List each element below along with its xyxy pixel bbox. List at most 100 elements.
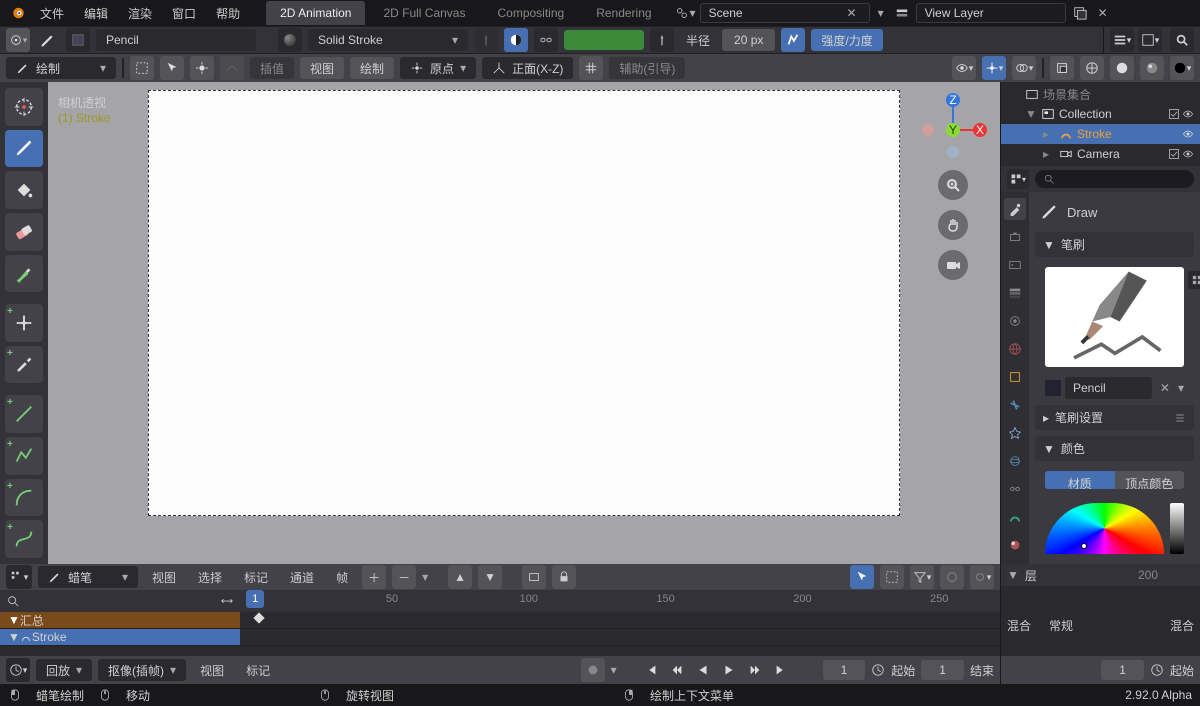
- clock-icon[interactable]: [1150, 663, 1164, 677]
- swap-icon[interactable]: [220, 594, 234, 608]
- scene-delete-icon[interactable]: ✕: [843, 6, 861, 20]
- tl-menu-view[interactable]: 视图: [144, 565, 184, 590]
- unlink-icon[interactable]: [534, 28, 558, 52]
- brush-unlink-icon[interactable]: ✕: [1156, 381, 1174, 395]
- strength-button[interactable]: 强度/力度: [811, 29, 882, 51]
- scene-browse-icon[interactable]: ▾: [676, 3, 696, 23]
- tl-menu-select[interactable]: 选择: [190, 565, 230, 590]
- tl-up-icon[interactable]: ▲: [448, 565, 472, 589]
- checkbox-icon[interactable]: [1168, 108, 1180, 120]
- color-swatch[interactable]: [564, 30, 644, 50]
- search-icon[interactable]: [1170, 28, 1194, 52]
- xray-icon[interactable]: [1050, 56, 1074, 80]
- chevron-down-icon[interactable]: ▾: [1178, 381, 1184, 395]
- color-tab-vertex[interactable]: 顶点颜色: [1115, 471, 1185, 489]
- r-frame-field[interactable]: 1: [1101, 660, 1144, 680]
- dopesheet-mode-dropdown[interactable]: 蜡笔 ▾: [38, 566, 138, 588]
- blender-logo-icon[interactable]: [6, 2, 28, 24]
- cursor-tool-icon[interactable]: [160, 56, 184, 80]
- eye-icon[interactable]: [1182, 108, 1194, 120]
- ptab-constraints[interactable]: [1004, 478, 1026, 500]
- workspace-tab-2d-animation[interactable]: 2D Animation: [266, 1, 365, 25]
- viewlayer-new-icon[interactable]: [1070, 3, 1090, 23]
- current-frame-marker[interactable]: 1: [246, 590, 264, 608]
- tl-select-tool-icon[interactable]: [850, 565, 874, 589]
- tool-line[interactable]: +: [5, 395, 43, 433]
- brush-browse-icon[interactable]: [66, 28, 90, 52]
- properties-search[interactable]: [1035, 170, 1194, 188]
- menu-edit[interactable]: 编辑: [76, 1, 116, 26]
- radius-pressure-icon[interactable]: [781, 28, 805, 52]
- tl-menu-marker[interactable]: 标记: [236, 565, 276, 590]
- color-wheel[interactable]: [1045, 503, 1184, 554]
- prev-key-icon[interactable]: [667, 660, 687, 680]
- outliner-item-stroke[interactable]: ▸ Stroke: [1001, 124, 1200, 144]
- brush-name-field[interactable]: Pencil: [1065, 377, 1152, 399]
- orientation-dropdown[interactable]: 正面(X-Z): [482, 57, 573, 79]
- menu-render[interactable]: 渲染: [120, 1, 160, 26]
- ptab-world[interactable]: [1004, 338, 1026, 360]
- tl-filter-icon[interactable]: ▾: [910, 565, 934, 589]
- shading-rendered-icon[interactable]: ▾: [1170, 56, 1194, 80]
- workspace-tab-compositing[interactable]: Compositing: [483, 1, 578, 25]
- search-icon[interactable]: [6, 594, 20, 608]
- tl-ghost-icon[interactable]: [522, 565, 546, 589]
- menu-file[interactable]: 文件: [32, 1, 72, 26]
- material-pin-icon[interactable]: [474, 28, 498, 52]
- value-slider[interactable]: [1170, 503, 1184, 554]
- sync-popover[interactable]: 抠像(插帧)▾: [98, 659, 186, 681]
- outliner-collection[interactable]: ▼ Collection: [1001, 104, 1200, 124]
- brush-preview[interactable]: [1045, 267, 1184, 367]
- ptab-material[interactable]: [1004, 534, 1026, 556]
- origin-dropdown[interactable]: 原点 ▾: [400, 57, 476, 79]
- tool-eyedropper[interactable]: +: [5, 346, 43, 384]
- shading-material-icon[interactable]: [1140, 56, 1164, 80]
- ptab-output[interactable]: [1004, 254, 1026, 276]
- tl-boxselect-icon[interactable]: [880, 565, 904, 589]
- jump-start-icon[interactable]: [641, 660, 661, 680]
- tl-proportional-icon[interactable]: ▾: [970, 565, 994, 589]
- tool-arc[interactable]: +: [5, 479, 43, 517]
- clock-icon[interactable]: [871, 663, 885, 677]
- tl-remove-icon[interactable]: －: [392, 565, 416, 589]
- viewport-3d[interactable]: 相机透视 (1) Stroke X Z Y: [48, 82, 1000, 564]
- ptab-modifiers[interactable]: [1004, 394, 1026, 416]
- mode-dropdown[interactable]: 绘制 ▾: [6, 57, 116, 79]
- playback-popover[interactable]: 回放▾: [36, 659, 92, 681]
- play-icon[interactable]: [719, 660, 739, 680]
- viewlayer-name-field[interactable]: View Layer: [916, 3, 1066, 23]
- menu-help[interactable]: 帮助: [208, 1, 248, 26]
- camera-gizmo-icon[interactable]: [938, 250, 968, 280]
- outliner-scene-collection[interactable]: 场景集合: [1001, 84, 1200, 104]
- pan-gizmo-icon[interactable]: [938, 210, 968, 240]
- start-frame-field[interactable]: 1: [921, 660, 964, 680]
- footer-view-menu[interactable]: 视图: [192, 658, 232, 683]
- panel-brush-settings-header[interactable]: ▸ 笔刷设置: [1035, 405, 1194, 430]
- keyframe-icon[interactable]: [254, 612, 265, 623]
- display-mode-icon[interactable]: ▾: [1138, 28, 1162, 52]
- properties-editor-icon[interactable]: ▾: [1007, 169, 1029, 189]
- ptab-tool[interactable]: [1004, 198, 1026, 220]
- timeline-editor-icon[interactable]: ▾: [6, 658, 30, 682]
- gizmo-toggle-icon[interactable]: ▾: [982, 56, 1006, 80]
- tl-down-icon[interactable]: ▼: [478, 565, 502, 589]
- blend-mode-dropdown[interactable]: 常规: [1039, 614, 1099, 636]
- ptab-render[interactable]: [1004, 226, 1026, 248]
- tool-draw[interactable]: [5, 130, 43, 168]
- right-editor-type-icon[interactable]: ▾: [1110, 28, 1134, 52]
- tool-curve[interactable]: +: [5, 520, 43, 558]
- tool-fill[interactable]: [5, 171, 43, 209]
- brush-name-dropdown[interactable]: Pencil: [96, 29, 256, 51]
- tl-menu-channel[interactable]: 通道: [282, 565, 322, 590]
- autokey-icon[interactable]: [581, 658, 605, 682]
- next-key-icon[interactable]: [745, 660, 765, 680]
- ptab-object[interactable]: [1004, 366, 1026, 388]
- list-icon[interactable]: [1174, 412, 1186, 424]
- zoom-gizmo-icon[interactable]: [938, 170, 968, 200]
- disclose-icon[interactable]: ▸: [1043, 127, 1055, 141]
- axis-gizmo[interactable]: X Z Y: [918, 90, 988, 160]
- scene-new-dropdown-icon[interactable]: ▾: [874, 6, 888, 20]
- header-view-menu[interactable]: 视图: [300, 57, 344, 79]
- radius-value-field[interactable]: 20 px: [722, 29, 775, 51]
- chevron-down-icon[interactable]: ▾: [422, 570, 428, 584]
